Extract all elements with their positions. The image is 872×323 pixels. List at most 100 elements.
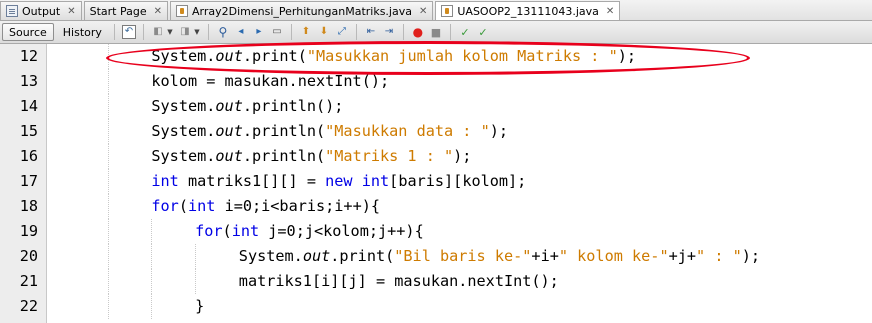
tab-start-page[interactable]: Start Page ✕ [83,1,168,20]
tab-uasoop2-file[interactable]: UASOOP2_13111043.java ✕ [435,1,621,20]
tab-array2dimensi-file[interactable]: Array2Dimensi_PerhitunganMatriks.java ✕ [170,1,434,20]
toolbar-separator [207,24,209,40]
line-number: 19 [19,222,38,240]
code-token-plain: .println( [242,122,326,140]
indent-guide [107,94,109,119]
line-number: 15 [19,122,38,140]
code-text: System.out.print("Bil baris ke-"+i+" kol… [239,244,760,269]
code-token-plain: ); [489,122,509,140]
code-text: System.out.println("Masukkan data : "); [151,119,508,144]
code-token-string: "Masukkan data : " [325,122,490,140]
toolbar-separator [355,24,357,40]
code-text: matriks1[i][j] = masukan.nextInt(); [239,269,559,294]
indent-guide [107,119,109,144]
indent-guide [107,194,109,219]
code-token-plain: i=0;i<baris;i++){ [215,197,381,215]
toggle-bookmark-icon[interactable]: ⤢ [335,25,349,39]
line-number: 13 [19,72,38,90]
indent-guide [107,169,109,194]
code-token-italic: out [215,147,243,165]
indent-guide [195,269,197,294]
chevron-down-icon[interactable]: ▼ [194,25,200,39]
toolbar-separator [142,24,144,40]
code-line[interactable]: 17 int matriks1[][] = new int[baris][kolo… [0,169,872,194]
code-line[interactable]: 18 for(int i=0;i<baris;i++){ [0,194,872,219]
code-token-string: "Bil baris ke-" [394,247,532,265]
code-token-keyword: for [151,197,179,215]
find-icon[interactable]: ⚲ [216,25,230,39]
shift-right-icon[interactable]: ⇥ [382,25,396,39]
forward-icon[interactable]: ◨ [178,25,192,39]
code-token-plain: .println( [242,147,326,165]
code-line[interactable]: 20 System.out.print("Bil baris ke-"+i+" k… [0,244,872,269]
chevron-down-icon[interactable]: ▼ [167,25,173,39]
code-line[interactable]: 15 System.out.println("Masukkan data : ")… [0,119,872,144]
toolbar-separator [402,24,404,40]
history-view-button[interactable]: History [56,23,109,41]
code-token-italic: out [215,122,243,140]
find-selection-icon[interactable]: ▭ [270,25,284,39]
output-icon [6,5,18,17]
code-token-string: "Matriks 1 : " [325,147,454,165]
code-token-plain: +j+ [668,247,697,265]
uncomment-icon[interactable]: ✓ [476,25,490,39]
indent-guide [195,244,197,269]
record-macro-icon[interactable]: ● [411,25,425,39]
code-token-plain: .println(); [242,97,344,115]
find-next-icon[interactable]: ▸ [252,25,266,39]
indent-guide [151,219,153,244]
line-number: 22 [19,297,38,315]
tab-output[interactable]: Output ✕ [0,1,82,20]
code-token-plain: System. [151,122,216,140]
code-line[interactable]: 21 matriks1[i][j] = masukan.nextInt(); [0,269,872,294]
code-token-plain: } [195,297,205,315]
comment-icon[interactable]: ✓ [458,25,472,39]
indent-guide [151,294,153,319]
indent-guide [151,244,153,269]
code-token-keyword: new [325,172,353,190]
line-number: 18 [19,197,38,215]
code-token-plain: matriks1[i][j] = masukan.nextInt(); [238,272,559,290]
indent-guide [107,269,109,294]
line-number: 20 [19,247,38,265]
code-line[interactable]: 16 System.out.println("Matriks 1 : "); [0,144,872,169]
source-view-button[interactable]: Source [2,23,54,41]
code-token-keyword: int [187,197,216,215]
code-token-plain: j=0;j<kolom;j++){ [259,222,424,240]
code-token-keyword: for [195,222,223,240]
indent-guide [107,144,109,169]
back-icon[interactable]: ◧ [151,25,165,39]
code-token-plain: System. [151,97,216,115]
code-editor[interactable]: 12 System.out.print("Masukkan jumlah kolo… [0,44,872,323]
code-line[interactable]: 14 System.out.println(); [0,94,872,119]
code-token-keyword: int [151,172,179,190]
code-token-keyword: int [231,222,260,240]
code-area[interactable]: 12 System.out.print("Masukkan jumlah kolo… [20,44,872,323]
code-line[interactable]: 22} [0,294,872,319]
code-token-string: " : " [696,247,742,265]
java-file-icon [176,5,188,17]
indent-guide [107,219,109,244]
code-token-italic: out [215,97,243,115]
shift-left-icon[interactable]: ⇤ [364,25,378,39]
find-previous-icon[interactable]: ◂ [234,25,248,39]
code-token-plain: System. [151,147,216,165]
code-line[interactable]: 19 for(int j=0;j<kolom;j++){ [0,219,872,244]
code-token-plain: ( [178,197,188,215]
code-token-italic: out [302,247,331,265]
close-icon[interactable]: ✕ [67,6,75,17]
stop-macro-icon[interactable]: ■ [429,25,443,39]
code-token-plain: System. [238,247,303,265]
code-text: System.out.println(); [151,94,343,119]
last-edit-icon[interactable]: ↶ [121,25,136,39]
toolbar-separator [290,24,292,40]
previous-bookmark-icon[interactable]: ⬆ [299,25,313,39]
indent-guide [107,294,109,319]
line-number: 16 [19,147,38,165]
close-icon[interactable]: ✕ [419,6,427,17]
close-icon[interactable]: ✕ [154,6,162,17]
close-icon[interactable]: ✕ [606,6,614,17]
next-bookmark-icon[interactable]: ⬇ [317,25,331,39]
tab-output-label: Output [22,4,61,18]
